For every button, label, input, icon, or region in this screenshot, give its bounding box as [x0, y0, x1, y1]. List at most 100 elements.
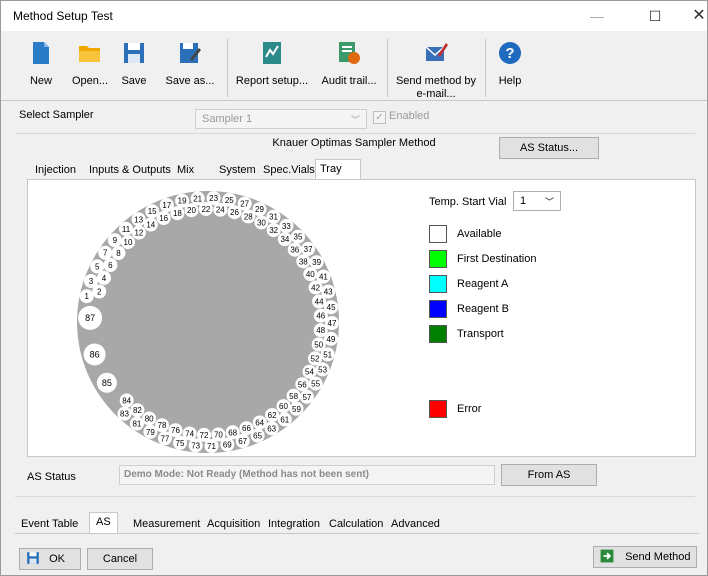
vial-label: 19: [178, 197, 187, 206]
tab-system[interactable]: System: [215, 161, 260, 179]
vial-label: 29: [255, 205, 264, 214]
audit-trail-label: Audit trail...: [321, 75, 377, 87]
vial-label: 60: [279, 402, 288, 411]
vial-label: 27: [240, 200, 249, 209]
vial-label: 21: [193, 194, 202, 203]
tab-advanced[interactable]: Advanced: [391, 515, 440, 533]
save-icon: [27, 552, 39, 564]
vial-label: 67: [238, 437, 247, 446]
vial-label: 56: [298, 380, 307, 389]
vial-label: 31: [269, 213, 278, 222]
vial-label: 34: [280, 235, 289, 244]
vial-label: 37: [304, 245, 313, 254]
title-bar: Method Setup Test — ☐ ✕: [1, 1, 707, 31]
send-email-button[interactable]: Send method by e-mail...: [393, 41, 479, 100]
vial-label: 16: [159, 214, 168, 223]
method-title: Knauer Optimas Sampler Method: [272, 137, 436, 149]
sampler-select[interactable]: Sampler 1 ﹀: [195, 109, 367, 129]
vial-label: 41: [319, 273, 328, 282]
save-button[interactable]: Save: [117, 41, 151, 97]
as-status-label: AS Status: [27, 471, 76, 483]
vial-label: 14: [146, 221, 155, 230]
close-button[interactable]: ✕: [677, 1, 708, 31]
vial-label: 54: [305, 368, 314, 377]
vial-label: 3: [89, 277, 94, 286]
vial-label: 1: [84, 292, 89, 301]
vial-label: 72: [200, 431, 209, 440]
vial-label: 4: [102, 274, 107, 283]
vial-label: 46: [316, 312, 325, 321]
tab-strip-line: [15, 533, 699, 534]
send-method-label: Send Method: [625, 551, 691, 563]
vial-label: 75: [176, 439, 185, 448]
tab-mix[interactable]: Mix: [173, 161, 198, 179]
svg-text:?: ?: [505, 45, 514, 62]
vial-label: 77: [160, 434, 169, 443]
vial-label: 43: [324, 288, 333, 297]
tab-acquisition[interactable]: Acquisition: [207, 515, 260, 533]
vial-label: 48: [316, 326, 325, 335]
ok-button[interactable]: OK: [19, 548, 81, 570]
window-title: Method Setup Test: [13, 9, 113, 23]
tab-integration[interactable]: Integration: [268, 515, 320, 533]
vial-label: 59: [292, 405, 301, 414]
as-status-button[interactable]: AS Status...: [499, 137, 599, 159]
save-label: Save: [121, 75, 147, 87]
vial-label: 78: [158, 421, 167, 430]
vial-label: 35: [294, 233, 303, 242]
temp-start-vial-value: 1: [520, 195, 527, 207]
open-button[interactable]: Open...: [65, 41, 115, 97]
temp-start-vial-select[interactable]: 1 ﹀: [513, 191, 561, 211]
help-button[interactable]: ? Help: [495, 41, 525, 97]
save-as-icon: [180, 43, 201, 63]
vial-label: 45: [327, 303, 336, 312]
from-as-button[interactable]: From AS: [501, 464, 597, 486]
tab-calculation[interactable]: Calculation: [329, 515, 383, 533]
send-method-button[interactable]: Send Method: [593, 546, 697, 568]
vial-label: 64: [255, 419, 264, 428]
audit-trail-button[interactable]: Audit trail...: [317, 41, 381, 97]
swatch-reagent-a: [429, 275, 447, 293]
vial-label: 25: [225, 196, 234, 205]
tab-event-table[interactable]: Event Table: [21, 515, 78, 533]
vial-label: 52: [311, 354, 320, 363]
tab-measurement[interactable]: Measurement: [133, 515, 200, 533]
enabled-checkbox[interactable]: ✓: [373, 111, 386, 124]
toolbar-separator: [387, 39, 388, 97]
vial-label: 53: [318, 365, 327, 374]
tray-panel: 1 2 3 4 5 6 7 8 9 10 11 12 13 14 15 16 17 18 19 20 21 22 23 24 2…: [27, 179, 696, 457]
save-as-button[interactable]: Save as...: [161, 41, 219, 97]
tab-tray[interactable]: Tray: [315, 159, 361, 180]
tab-spec-vials[interactable]: Spec.Vials: [259, 161, 319, 179]
vial-label: 20: [187, 206, 196, 215]
cancel-button[interactable]: Cancel: [87, 548, 153, 570]
folder-icon: [79, 46, 100, 62]
vial-label: 57: [302, 393, 311, 402]
vial-label: 6: [108, 261, 113, 270]
minimize-button[interactable]: —: [575, 1, 619, 31]
vial-label: 49: [326, 335, 335, 344]
new-button[interactable]: New: [19, 41, 63, 97]
vial-label: 62: [268, 411, 277, 420]
legend-available: Available: [457, 228, 502, 240]
help-label: Help: [498, 75, 522, 87]
as-status-field: Demo Mode: Not Ready (Method has not bee…: [119, 465, 495, 485]
vial-label: 10: [124, 238, 133, 247]
chevron-down-icon: ﹀: [544, 197, 554, 207]
vial-label: 2: [97, 288, 102, 297]
vial-label: 44: [315, 297, 324, 306]
swatch-reagent-b: [429, 300, 447, 318]
vial-label: 9: [113, 236, 118, 245]
sampler-value: Sampler 1: [202, 113, 253, 125]
tab-inputs-outputs[interactable]: Inputs & Outputs: [85, 161, 175, 179]
save-icon: [124, 43, 144, 63]
vial-label: 23: [209, 194, 218, 203]
report-setup-button[interactable]: Report setup...: [233, 41, 311, 97]
vial-label: 83: [120, 410, 129, 419]
vial-label: 66: [242, 424, 251, 433]
tab-as[interactable]: AS: [89, 512, 118, 534]
maximize-button[interactable]: ☐: [633, 1, 677, 31]
vial-label: 63: [267, 424, 276, 433]
tab-injection[interactable]: Injection: [31, 161, 80, 179]
report-icon: [263, 42, 281, 64]
